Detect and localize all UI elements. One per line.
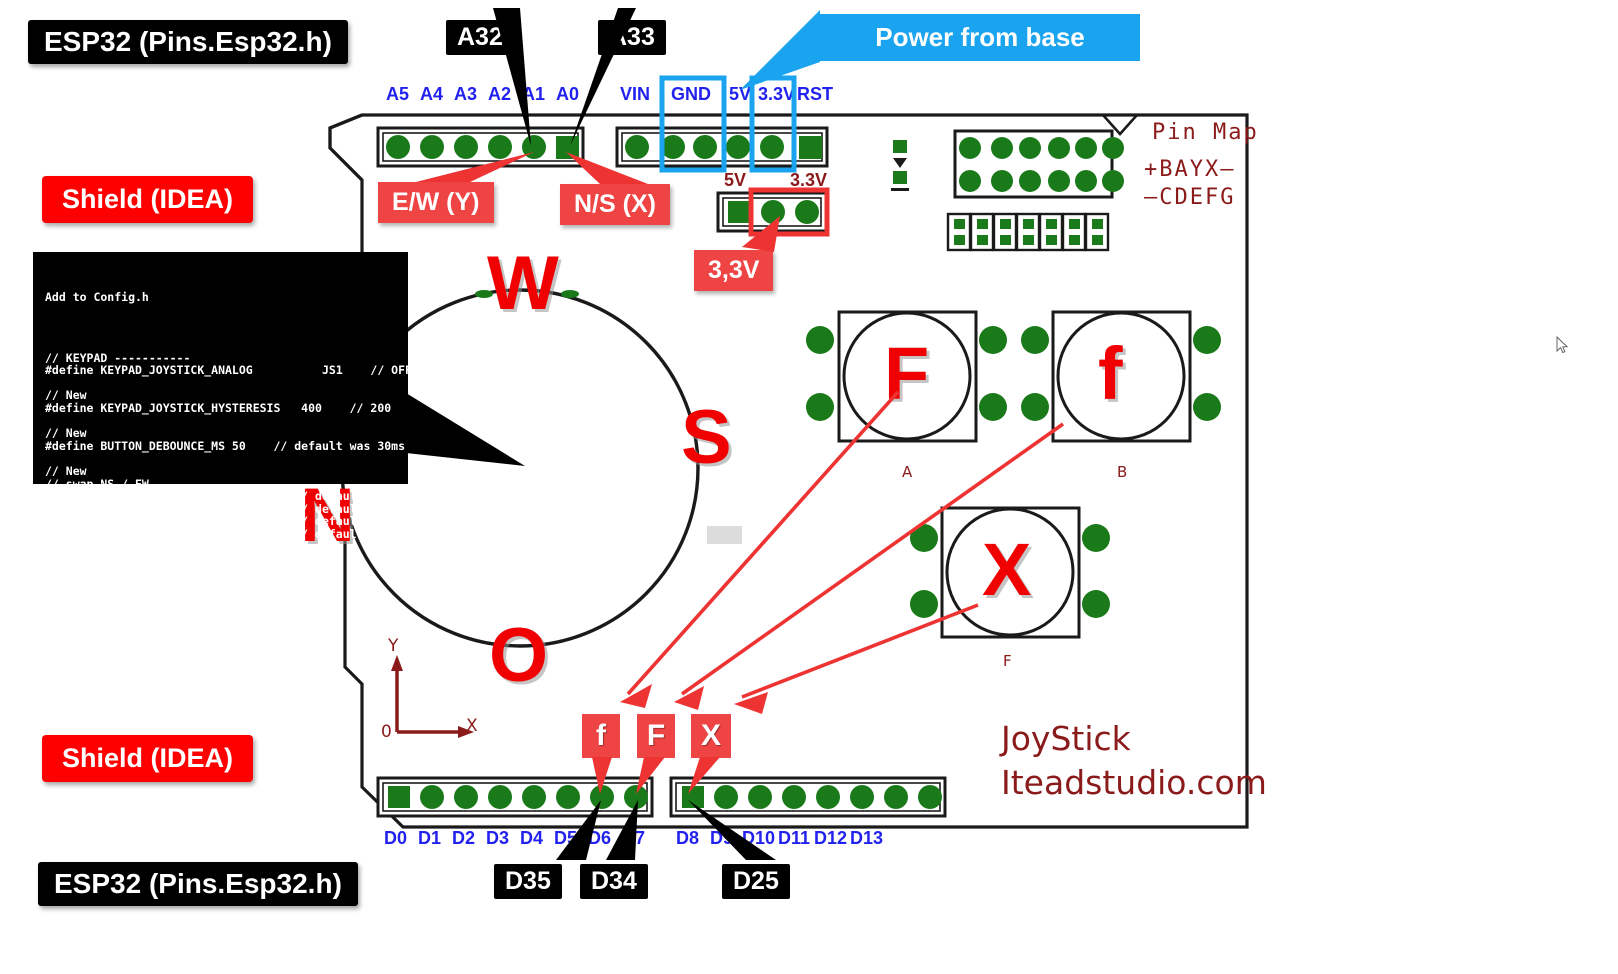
callout-a33[interactable]: A33 (598, 20, 666, 55)
callout-tag-f-upper[interactable]: F (637, 714, 675, 758)
callout-d35[interactable]: D35 (494, 864, 562, 899)
pin-label-d2: D2 (452, 828, 476, 848)
pin-label-a0: A0 (556, 84, 580, 104)
rail-label-3v3: 3.3V (790, 170, 828, 190)
leader-ns (566, 152, 648, 184)
pin-label-a5: A5 (386, 84, 410, 104)
arrow-X-head (734, 692, 768, 714)
callout-power-from-base[interactable]: Power from base (820, 14, 1140, 61)
callout-a32[interactable]: A32 (446, 20, 514, 55)
pin-label-d12: D12 (814, 828, 848, 848)
code-body: // KEYPAD ----------- #define KEYPAD_JOY… (45, 350, 419, 541)
pin-label-d4: D4 (520, 828, 544, 848)
pin-label-5v: 5V (729, 84, 752, 104)
pin-label-d9: D9 (710, 828, 734, 848)
pin-label-d8: D8 (676, 828, 700, 848)
pin-label-d5: D5 (554, 828, 578, 848)
silk-pin-map-title: Pin Map (1152, 120, 1259, 145)
code-heading: Add to Config.h (45, 290, 149, 305)
pin-label-a2: A2 (488, 84, 512, 104)
arrow-X-line (741, 603, 979, 699)
leader-ew (416, 152, 534, 182)
pin-label-d13: D13 (850, 828, 884, 848)
callout-ns-x[interactable]: N/S (X) (560, 184, 670, 225)
callout-ew-y[interactable]: E/W (Y) (378, 182, 494, 223)
power-callout-tail (740, 10, 820, 90)
arrow-f-head (674, 686, 704, 710)
pin-label-vin: VIN (620, 84, 651, 104)
callout-tag-f-lower[interactable]: f (582, 714, 620, 758)
rail-label-5v: 5V (724, 170, 747, 190)
callout-tag-x[interactable]: X (691, 714, 731, 758)
callout-esp32-bottom[interactable]: ESP32 (Pins.Esp32.h) (38, 862, 358, 906)
screenshot-root: A5 A4 A3 A2 A1 A0 VIN GND 5V 3.3V RST D0… (0, 0, 1618, 974)
callout-d34[interactable]: D34 (580, 864, 648, 899)
pin-label-d7: D7 (622, 828, 646, 848)
pin-label-a3: A3 (454, 84, 478, 104)
compass-center: O (489, 613, 549, 698)
pin-label-gnd: GND (671, 84, 711, 104)
silk-pin-map-line1: +BAYX— (1144, 157, 1236, 182)
pin-label-d6: D6 (588, 828, 612, 848)
pin-label-d11: D11 (778, 828, 811, 848)
pin-label-3v3: 3.3V (758, 84, 796, 104)
button-f-letter: X (982, 528, 1032, 611)
callout-esp32-top[interactable]: ESP32 (Pins.Esp32.h) (28, 20, 348, 64)
mouse-cursor (1556, 336, 1568, 354)
axis-label-x: X (466, 716, 478, 736)
button-b-letter: f (1098, 332, 1123, 415)
silk-button-a-label: A (902, 463, 913, 481)
highlight-power-rail (748, 187, 830, 237)
button-a-letter: F (884, 332, 930, 415)
axis-label-y: Y (388, 636, 399, 656)
pin-label-d0: D0 (384, 828, 408, 848)
compass-south: S (681, 395, 732, 480)
pin-label-a4: A4 (420, 84, 444, 104)
callout-shield-top[interactable]: Shield (IDEA) (42, 176, 254, 223)
pin-label-a1: A1 (522, 84, 546, 104)
silk-button-b-label: B (1117, 463, 1128, 481)
silk-button-f-label: F (1003, 652, 1012, 670)
axis-label-origin: 0 (381, 722, 392, 742)
callout-shield-bottom[interactable]: Shield (IDEA) (42, 735, 254, 782)
brand-iteadstudio: Iteadstudio.com (1001, 763, 1267, 802)
silk-pin-map-line2: —CDEFG (1144, 185, 1236, 210)
brand-joystick: JoyStick (1001, 719, 1131, 758)
compass-west: W (487, 241, 559, 326)
callout-d25[interactable]: D25 (722, 864, 790, 899)
arrow-F-line (626, 390, 900, 696)
callout-3v3[interactable]: 3,3V (694, 250, 774, 291)
pin-label-d10: D10 (742, 828, 776, 848)
arrow-F-head (620, 684, 652, 708)
pin-label-d3: D3 (486, 828, 510, 848)
config-code-panel: Add to Config.h // KEYPAD ----------- #d… (33, 252, 419, 540)
pin-label-d1: D1 (418, 828, 442, 848)
pin-label-rst: RST (797, 84, 833, 104)
